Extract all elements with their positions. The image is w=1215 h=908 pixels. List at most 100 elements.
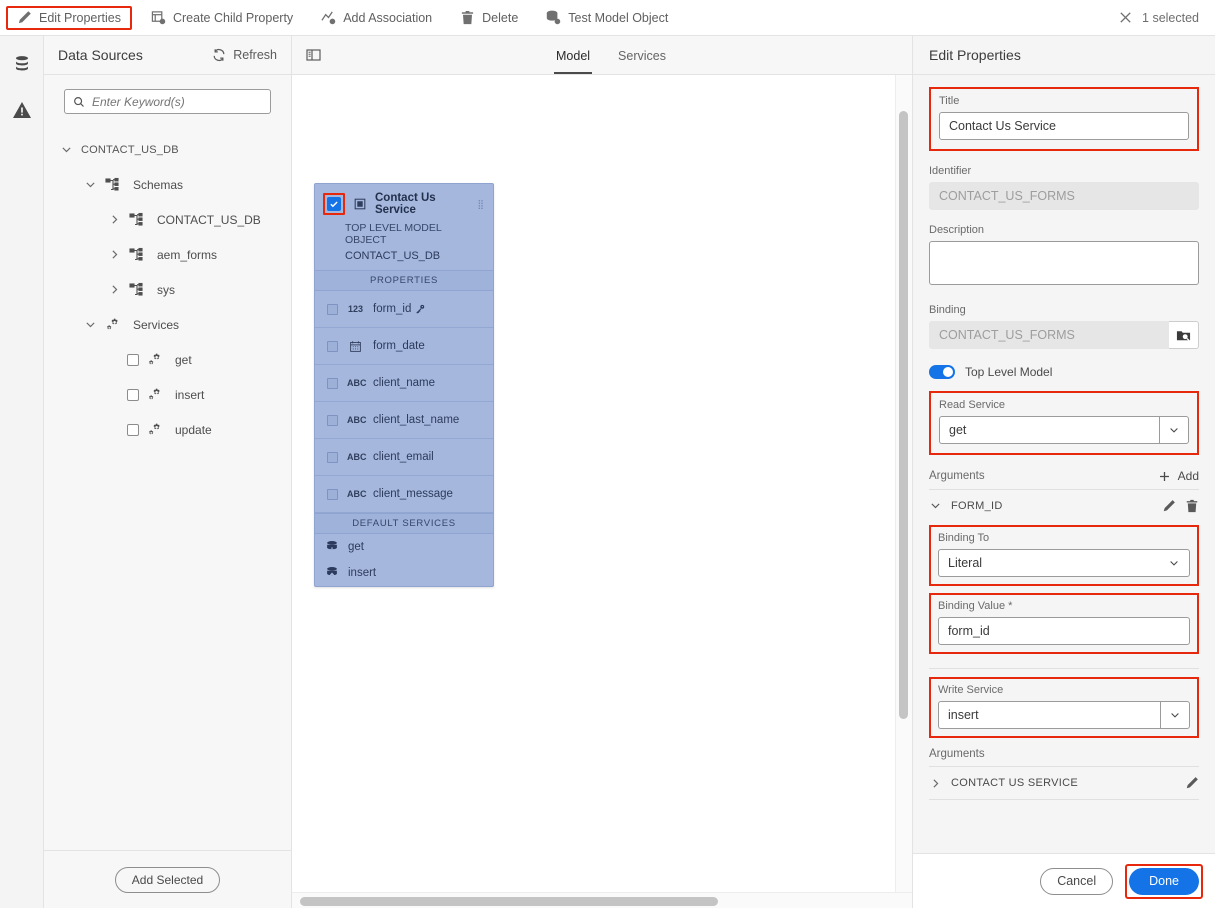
argument-row-form-id[interactable]: FORM_ID bbox=[929, 489, 1199, 521]
tree-item-checkbox[interactable] bbox=[127, 423, 139, 436]
add-selected-button[interactable]: Add Selected bbox=[114, 866, 221, 893]
card-property-row[interactable]: ABC client_name bbox=[315, 365, 493, 402]
binding-value-input[interactable] bbox=[938, 617, 1190, 645]
identifier-field: Identifier bbox=[929, 165, 1199, 210]
tab-model[interactable]: Model bbox=[554, 49, 593, 74]
panel-toggle-icon[interactable] bbox=[306, 47, 322, 63]
add-association-label: Add Association bbox=[343, 10, 433, 25]
tree-item-aem-forms[interactable]: aem_forms bbox=[44, 237, 291, 272]
chevron-right-icon[interactable] bbox=[108, 283, 121, 296]
chevron-down-icon[interactable] bbox=[84, 178, 97, 191]
done-button-highlight: Done bbox=[1125, 863, 1203, 899]
chevron-down-icon[interactable] bbox=[929, 499, 942, 512]
chevron-right-icon[interactable] bbox=[108, 248, 121, 261]
warning-triangle-icon[interactable] bbox=[12, 100, 32, 120]
card-header: Contact Us Service ⣿ bbox=[315, 184, 493, 220]
delete-button[interactable]: Delete bbox=[451, 6, 527, 30]
chevron-down-icon[interactable] bbox=[1159, 416, 1189, 444]
chevron-right-icon[interactable] bbox=[929, 777, 942, 790]
selection-status-group: 1 selected bbox=[1118, 10, 1209, 25]
create-child-property-button[interactable]: Create Child Property bbox=[142, 6, 302, 30]
tree-item-get[interactable]: get bbox=[44, 342, 291, 377]
card-property-row[interactable]: form_date bbox=[315, 328, 493, 365]
tree-item-contact-us-db[interactable]: CONTACT_US_DB bbox=[44, 202, 291, 237]
card-property-checkbox[interactable] bbox=[327, 340, 338, 352]
add-argument-button[interactable]: Add bbox=[1158, 469, 1199, 483]
description-textarea[interactable] bbox=[929, 241, 1199, 285]
tree-item-sys[interactable]: sys bbox=[44, 272, 291, 307]
tree-item-insert[interactable]: insert bbox=[44, 377, 291, 412]
chevron-right-icon[interactable] bbox=[108, 213, 121, 226]
add-association-icon bbox=[321, 10, 336, 25]
card-property-checkbox[interactable] bbox=[327, 488, 338, 500]
chevron-down-icon[interactable] bbox=[1160, 701, 1190, 729]
top-level-model-toggle[interactable] bbox=[929, 365, 955, 379]
card-property-name: client_email bbox=[373, 451, 434, 463]
tree-item-services[interactable]: Services bbox=[44, 307, 291, 342]
pencil-icon[interactable] bbox=[1185, 776, 1199, 790]
service-icon bbox=[147, 422, 163, 438]
schema-icon bbox=[105, 177, 121, 193]
card-default-service-row[interactable]: insert bbox=[315, 560, 493, 586]
card-default-service-row[interactable]: get bbox=[315, 534, 493, 560]
card-property-checkbox[interactable] bbox=[327, 377, 338, 389]
chevron-down-icon[interactable] bbox=[60, 143, 73, 156]
tab-services[interactable]: Services bbox=[616, 49, 668, 74]
read-service-select[interactable] bbox=[939, 416, 1189, 444]
card-property-checkbox[interactable] bbox=[327, 414, 338, 426]
search-box[interactable] bbox=[64, 89, 271, 114]
read-service-value[interactable] bbox=[939, 416, 1159, 444]
canvas-horizontal-scrollbar[interactable] bbox=[300, 897, 718, 906]
edit-properties-button[interactable]: Edit Properties bbox=[6, 5, 132, 30]
cancel-button[interactable]: Cancel bbox=[1040, 867, 1114, 895]
tree-item-label: insert bbox=[175, 387, 205, 402]
card-property-row[interactable]: ABC client_message bbox=[315, 476, 493, 513]
write-service-value[interactable] bbox=[938, 701, 1160, 729]
test-model-object-button[interactable]: Test Model Object bbox=[537, 6, 677, 30]
card-checkbox[interactable] bbox=[327, 197, 341, 211]
model-object-card[interactable]: Contact Us Service ⣿ TOP LEVEL MODEL OBJ… bbox=[314, 183, 494, 587]
plus-icon bbox=[1159, 471, 1169, 481]
canvas-vertical-scrollbar[interactable] bbox=[899, 111, 908, 719]
database-icon[interactable] bbox=[12, 54, 32, 74]
description-field: Description bbox=[929, 224, 1199, 290]
write-service-select[interactable] bbox=[938, 701, 1190, 729]
chevron-down-icon[interactable] bbox=[84, 318, 97, 331]
tree-item-checkbox[interactable] bbox=[127, 388, 139, 401]
model-canvas[interactable]: Contact Us Service ⣿ TOP LEVEL MODEL OBJ… bbox=[292, 75, 912, 908]
data-sources-title: Data Sources bbox=[58, 47, 143, 63]
tree-item-label: get bbox=[175, 352, 192, 367]
binding-to-value: Literal bbox=[948, 556, 983, 570]
calendar-icon bbox=[347, 340, 364, 353]
schema-icon bbox=[129, 247, 145, 263]
tree-item-label: CONTACT_US_DB bbox=[157, 212, 261, 227]
canvas-horizontal-scroll-track[interactable] bbox=[292, 892, 912, 908]
write-argument-row[interactable]: CONTACT US SERVICE bbox=[929, 766, 1199, 800]
title-input[interactable] bbox=[939, 112, 1189, 140]
card-property-row[interactable]: 123 form_id bbox=[315, 291, 493, 328]
tree-item-contact-us-db[interactable]: CONTACT_US_DB bbox=[44, 132, 291, 167]
browse-binding-icon[interactable] bbox=[1169, 321, 1199, 349]
trash-icon[interactable] bbox=[1185, 499, 1199, 513]
refresh-button[interactable]: Refresh bbox=[212, 48, 277, 62]
card-checkbox-highlight bbox=[323, 193, 345, 215]
search-input[interactable] bbox=[92, 94, 262, 109]
tree-item-update[interactable]: update bbox=[44, 412, 291, 447]
add-association-button[interactable]: Add Association bbox=[312, 6, 441, 30]
primary-key-icon bbox=[415, 304, 425, 314]
card-property-row[interactable]: ABC client_email bbox=[315, 439, 493, 476]
card-property-checkbox[interactable] bbox=[327, 451, 338, 463]
text-icon: ABC bbox=[347, 415, 367, 425]
tree-item-checkbox[interactable] bbox=[127, 353, 139, 366]
card-property-row[interactable]: ABC client_last_name bbox=[315, 402, 493, 439]
binding-to-select[interactable]: Literal bbox=[938, 549, 1190, 577]
tree-item-schemas[interactable]: Schemas bbox=[44, 167, 291, 202]
search-icon bbox=[74, 96, 84, 107]
done-button[interactable]: Done bbox=[1129, 867, 1199, 895]
card-property-checkbox[interactable] bbox=[327, 303, 338, 315]
pencil-icon[interactable] bbox=[1162, 499, 1176, 513]
close-icon[interactable] bbox=[1118, 10, 1133, 25]
card-property-name: form_date bbox=[373, 340, 425, 352]
drag-grip-icon[interactable]: ⣿ bbox=[477, 200, 485, 209]
card-title: Contact Us Service bbox=[375, 192, 436, 216]
